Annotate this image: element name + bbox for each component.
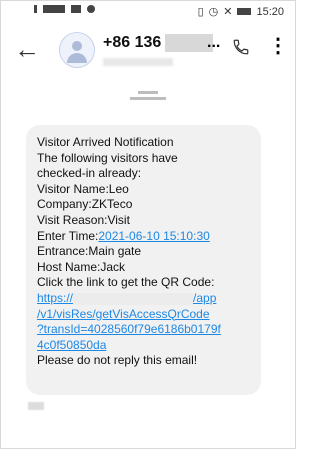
redacted-subtitle xyxy=(103,58,173,66)
status-bar: ▯ ◷ ✕ 15:20 xyxy=(0,0,296,24)
back-arrow-icon[interactable]: ← xyxy=(14,36,40,62)
contact-prefix: +86 136 xyxy=(103,34,162,52)
visitor-name: Visitor Name:Leo xyxy=(37,181,129,196)
qr-link-line[interactable]: 4c0f50850da xyxy=(37,338,249,354)
message-title: Visitor Arrived Notification xyxy=(37,135,174,149)
status-right-icons: ▯ ◷ ✕ 15:20 xyxy=(197,5,284,19)
enter-time-label: Enter Time: xyxy=(37,228,99,243)
qr-link-end[interactable]: /app xyxy=(193,291,216,305)
message-line: The following visitors have xyxy=(37,150,178,165)
notification-icon xyxy=(71,5,81,13)
conversation-header: ← +86 136 ... ⋮ xyxy=(0,26,296,82)
qr-prompt: Click the link to get the QR Code: xyxy=(37,275,215,290)
avatar-head-shape xyxy=(72,41,82,51)
mute-icon: ✕ xyxy=(223,6,233,18)
redacted-datestamp xyxy=(130,88,166,103)
battery-icon xyxy=(237,8,252,15)
clock-text: 15:20 xyxy=(256,5,284,18)
enter-time-link[interactable]: 2021-06-10 15:10:30 xyxy=(98,229,209,243)
enter-time: Enter Time:2021-06-10 15:10:30 xyxy=(37,229,249,245)
avatar[interactable] xyxy=(59,32,95,68)
closing-note: Please do not reply this email! xyxy=(37,353,198,368)
more-vertical-icon[interactable]: ⋮ xyxy=(268,36,288,56)
message-bubble[interactable]: Visitor Arrived Notification The followi… xyxy=(26,125,261,395)
visit-reason: Visit Reason:Visit xyxy=(37,212,130,227)
message-line: checked-in already: xyxy=(37,166,142,181)
host-name: Host Name:Jack xyxy=(37,259,126,274)
qr-link-line[interactable]: ?transId=4028560f79e6186b0179f xyxy=(37,322,249,338)
qr-link-line[interactable]: /v1/visRes/getVisAccessQrCode xyxy=(37,307,249,323)
phone-icon[interactable] xyxy=(232,38,250,61)
entrance: Entrance:Main gate xyxy=(37,244,142,259)
truncation-ellipsis: ... xyxy=(207,34,221,51)
nfc-icon: ▯ xyxy=(197,6,204,18)
alarm-icon: ◷ xyxy=(208,6,219,18)
company: Company:ZKTeco xyxy=(37,197,133,212)
qr-link[interactable]: https:// /app xyxy=(37,291,249,307)
qr-link-start[interactable]: https:// xyxy=(37,291,73,305)
signal-icon xyxy=(34,5,37,13)
redacted-carrier xyxy=(43,5,65,13)
avatar-body-shape xyxy=(67,53,87,63)
redacted-url xyxy=(73,292,194,305)
status-left-icons xyxy=(34,5,95,13)
dot-icon xyxy=(87,5,95,13)
contact-number[interactable]: +86 136 xyxy=(103,34,217,52)
redacted-message-time xyxy=(28,402,44,410)
